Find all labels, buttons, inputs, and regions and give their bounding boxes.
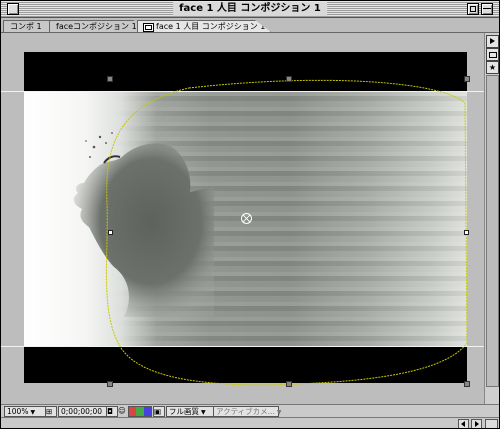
tab-label: face 1 人目 コンポジション 1 — [156, 22, 266, 31]
tab-label: faceコンポジション 1 — [56, 22, 137, 31]
composition-viewer[interactable] — [1, 33, 485, 404]
viewer-side-strip: ★ — [484, 33, 499, 405]
region-of-interest-icon[interactable]: ▣ — [153, 406, 165, 417]
camera-value: アクティブカメ... — [216, 407, 275, 416]
anchor-point-icon[interactable] — [241, 213, 252, 224]
title-bar[interactable]: face 1 人目 コンポジション 1 — [1, 1, 499, 18]
collapse-box[interactable] — [481, 3, 493, 15]
layer-handle-bottom-right[interactable] — [464, 381, 470, 387]
tab-bar: コンポ 1 faceコンポジション 1 face 1 人目 コンポジション 1 — [1, 18, 499, 33]
tab-face-comp-1[interactable]: faceコンポジション 1 — [49, 20, 145, 32]
chevron-down-icon: ▼ — [276, 409, 282, 416]
camera-view-dropdown[interactable]: アクティブカメ... ▼ — [213, 406, 282, 417]
close-box[interactable] — [7, 3, 19, 15]
chevron-down-icon: ▼ — [201, 409, 206, 416]
layer-handle-bottom-left[interactable] — [107, 381, 113, 387]
layer-handle-top-left[interactable] — [107, 76, 113, 82]
snapshot-icon[interactable]: ◘ — [106, 406, 118, 417]
layer-handle-top-right[interactable] — [464, 76, 470, 82]
red-channel-icon[interactable] — [129, 407, 137, 416]
quality-value: フル画質 — [169, 407, 199, 416]
window-title: face 1 人目 コンポジション 1 — [173, 2, 327, 16]
blue-channel-icon[interactable] — [143, 407, 151, 416]
layer-handle-mid-right[interactable] — [464, 230, 469, 235]
horizontal-scrollbar[interactable] — [1, 417, 499, 428]
show-snapshot-icon[interactable]: ☺ — [118, 406, 126, 415]
layer-handle-bottom-center[interactable] — [286, 381, 292, 387]
layer-handle-mid-left[interactable] — [108, 230, 113, 235]
panel-menu-arrow-icon[interactable] — [486, 35, 499, 48]
viewer-controls: 100% ▼ ⊞ 0;00;00;00 ◘ ☺ ▣ フル画質 ▼ アクティブカメ..… — [1, 404, 499, 417]
comp-flowchart-icon[interactable] — [486, 48, 499, 61]
safe-margins-icon[interactable]: ⊞ — [45, 406, 57, 417]
chevron-down-icon: ▼ — [30, 409, 36, 416]
zoom-value: 100% — [7, 407, 29, 416]
magnification-dropdown[interactable]: 100% ▼ — [4, 406, 46, 417]
vertical-scrollbar[interactable] — [486, 75, 499, 387]
lock-layers-icon[interactable]: ★ — [486, 61, 499, 74]
current-time[interactable]: 0;00;00;00 — [58, 406, 110, 417]
resolution-dropdown[interactable]: フル画質 ▼ — [166, 406, 216, 417]
tab-label: コンポ 1 — [10, 22, 42, 31]
zoom-box[interactable] — [467, 3, 479, 15]
resize-grip-icon[interactable] — [485, 419, 498, 428]
scroll-left-icon[interactable] — [458, 419, 469, 428]
green-channel-icon[interactable] — [136, 407, 144, 416]
tab-face-1-comp-1[interactable]: face 1 人目 コンポジション 1 — [137, 20, 271, 32]
composition-icon — [143, 23, 154, 32]
composition-window: face 1 人目 コンポジション 1 コンポ 1 faceコンポジション 1 … — [0, 0, 500, 429]
channel-buttons[interactable] — [128, 406, 152, 417]
scroll-right-icon[interactable] — [471, 419, 482, 428]
layer-handle-top-center[interactable] — [286, 76, 292, 82]
